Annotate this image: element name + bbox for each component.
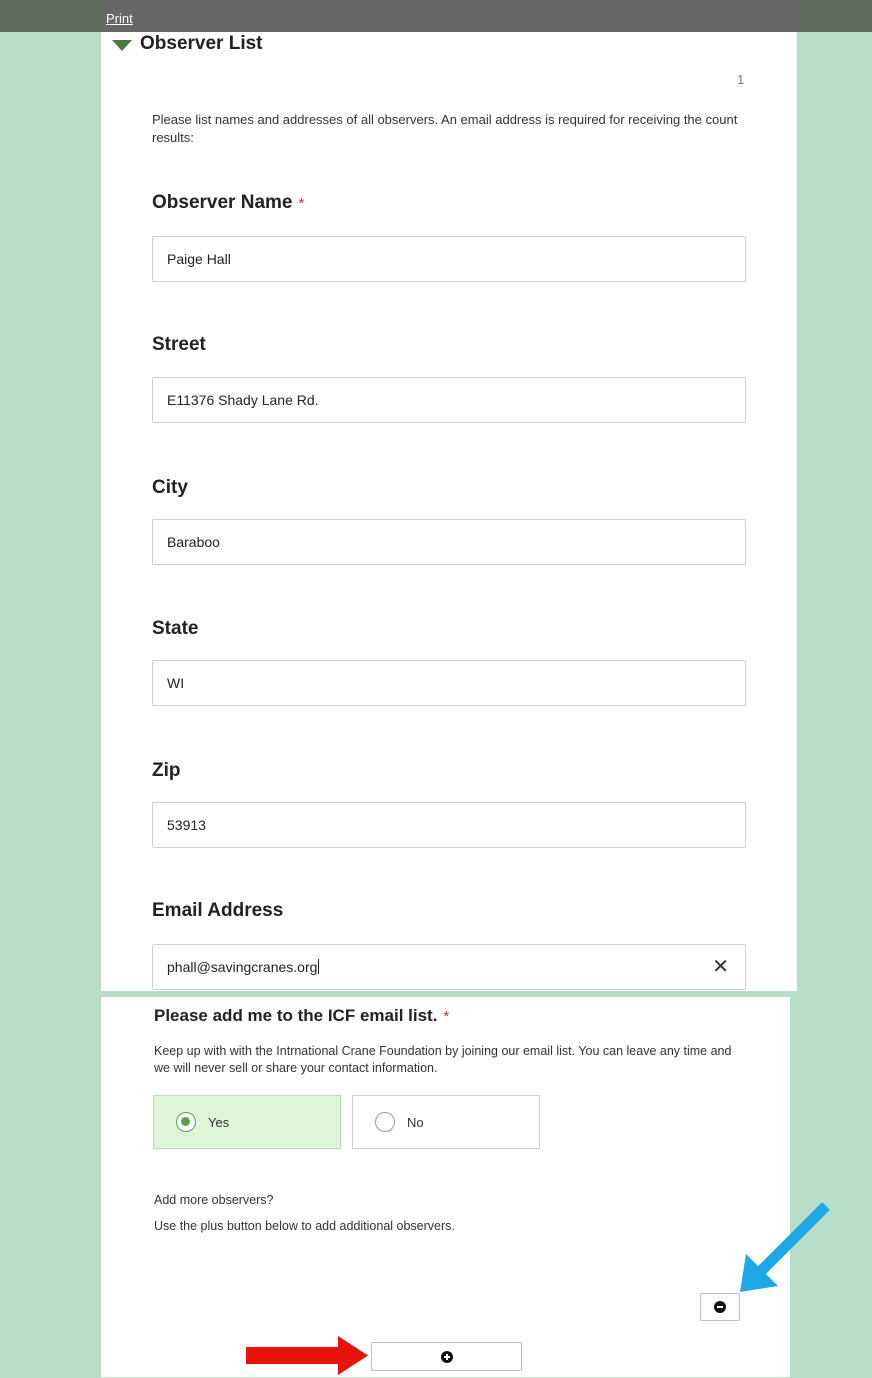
top-bar-left-edge	[0, 0, 101, 32]
red-arrow-icon	[246, 1336, 368, 1375]
top-bar-right-edge	[797, 0, 872, 32]
zip-label: Zip	[152, 760, 181, 781]
radio-selected-icon[interactable]	[176, 1112, 196, 1132]
add-observers-question: Add more observers?	[154, 1193, 274, 1207]
state-value: WI	[167, 675, 185, 691]
remove-observer-button[interactable]	[700, 1293, 740, 1321]
zip-value: 53913	[167, 817, 206, 833]
state-input[interactable]: WI	[152, 660, 746, 706]
radio-option-no[interactable]: No	[352, 1095, 540, 1149]
required-asterisk: *	[298, 195, 305, 212]
minus-circle-icon	[714, 1301, 726, 1313]
email-list-question-text: Please add me to the ICF email list.	[154, 1006, 438, 1025]
close-icon[interactable]: ✕	[712, 955, 729, 979]
blue-arrow-icon	[740, 1202, 830, 1292]
observer-name-label-text: Observer Name	[152, 192, 293, 213]
radio-option-yes[interactable]: Yes	[153, 1095, 341, 1149]
print-link[interactable]: Print	[106, 11, 133, 26]
plus-circle-icon	[440, 1350, 453, 1363]
observer-name-label: Observer Name *	[152, 192, 304, 214]
street-label: Street	[152, 334, 206, 355]
city-value: Baraboo	[167, 534, 220, 550]
email-list-question-label: Please add me to the ICF email list. *	[154, 1006, 449, 1026]
email-list-description: Keep up with with the Intrnational Crane…	[154, 1044, 732, 1075]
city-label: City	[152, 477, 188, 498]
radio-label-yes: Yes	[208, 1114, 230, 1130]
zip-input[interactable]: 53913	[152, 802, 746, 848]
radio-unselected-icon[interactable]	[375, 1112, 395, 1132]
email-value: phall@savingcranes.org	[167, 959, 320, 975]
intro-text: Please list names and addresses of all o…	[152, 112, 738, 145]
observer-name-value: Paige Hall	[167, 251, 231, 267]
street-value: E11376 Shady Lane Rd.	[167, 392, 319, 408]
repeat-page-number: 1	[737, 72, 745, 87]
state-label: State	[152, 618, 199, 639]
email-label: Email Address	[152, 900, 284, 921]
required-asterisk: *	[443, 1008, 450, 1025]
group-header[interactable]: Observer List	[112, 33, 263, 55]
radio-label-no: No	[407, 1114, 424, 1130]
city-input[interactable]: Baraboo	[152, 519, 746, 565]
email-input[interactable]: phall@savingcranes.org ✕	[152, 944, 746, 990]
collapse-triangle-icon[interactable]	[112, 39, 132, 51]
text-caret	[318, 959, 320, 974]
group-title: Observer List	[140, 33, 263, 54]
add-observers-hint: Use the plus button below to add additio…	[154, 1219, 455, 1233]
add-observer-button[interactable]	[371, 1342, 522, 1371]
street-input[interactable]: E11376 Shady Lane Rd.	[152, 377, 746, 423]
top-bar: Print	[0, 0, 872, 32]
email-value-text: phall@savingcranes.org	[167, 959, 318, 975]
observer-name-input[interactable]: Paige Hall	[152, 236, 746, 282]
